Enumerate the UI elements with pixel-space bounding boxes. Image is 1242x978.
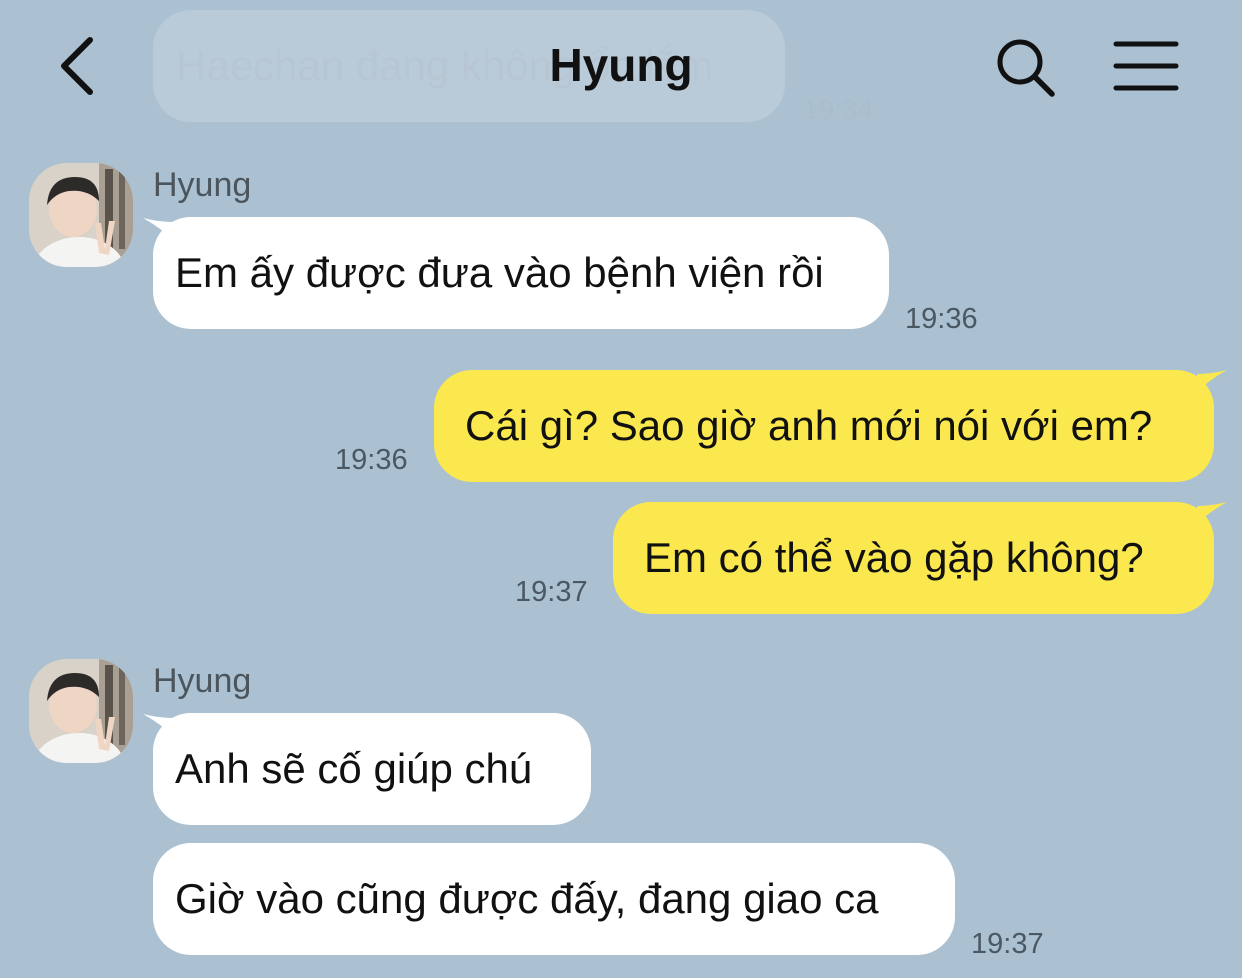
avatar-photo bbox=[29, 163, 133, 267]
message-text: Anh sẽ cố giúp chú bbox=[175, 745, 533, 792]
avatar-photo bbox=[29, 659, 133, 763]
hamburger-menu-icon bbox=[1113, 41, 1179, 91]
message-bubble[interactable]: Em ấy được đưa vào bệnh viện rồi bbox=[153, 217, 889, 329]
message-bubble[interactable]: Em có thể vào gặp không? bbox=[613, 502, 1214, 614]
message-time: 19:36 bbox=[335, 444, 408, 476]
message-text: Em có thể vào gặp không? bbox=[644, 534, 1144, 581]
message-time: 19:36 bbox=[905, 303, 978, 335]
avatar[interactable] bbox=[29, 659, 133, 763]
chevron-left-icon bbox=[61, 37, 93, 95]
menu-button[interactable] bbox=[1110, 38, 1182, 96]
message-bubble[interactable]: Anh sẽ cố giúp chú bbox=[153, 713, 591, 825]
message-time: 19:37 bbox=[515, 576, 588, 608]
search-icon bbox=[997, 39, 1055, 97]
scrolled-message-time: 19:34 bbox=[803, 94, 874, 125]
scrolled-message-text: Haechan đang không ổn lắm bbox=[176, 42, 714, 89]
message-text: Em ấy được đưa vào bệnh viện rồi bbox=[175, 249, 824, 296]
back-button[interactable] bbox=[50, 30, 110, 102]
sender-name: Hyung bbox=[153, 662, 252, 700]
message-time: 19:37 bbox=[971, 928, 1044, 960]
sender-name: Hyung bbox=[153, 166, 252, 204]
search-button[interactable] bbox=[992, 34, 1058, 100]
message-text: Cái gì? Sao giờ anh mới nói với em? bbox=[465, 402, 1153, 449]
message-text: Giờ vào cũng được đấy, đang giao ca bbox=[175, 875, 879, 922]
chat-header: Haechan đang không ổn lắm 19:34 Hyung bbox=[0, 0, 1242, 130]
message-bubble[interactable]: Cái gì? Sao giờ anh mới nói với em? bbox=[434, 370, 1214, 482]
avatar[interactable] bbox=[29, 163, 133, 267]
message-bubble[interactable]: Giờ vào cũng được đấy, đang giao ca bbox=[153, 843, 955, 955]
